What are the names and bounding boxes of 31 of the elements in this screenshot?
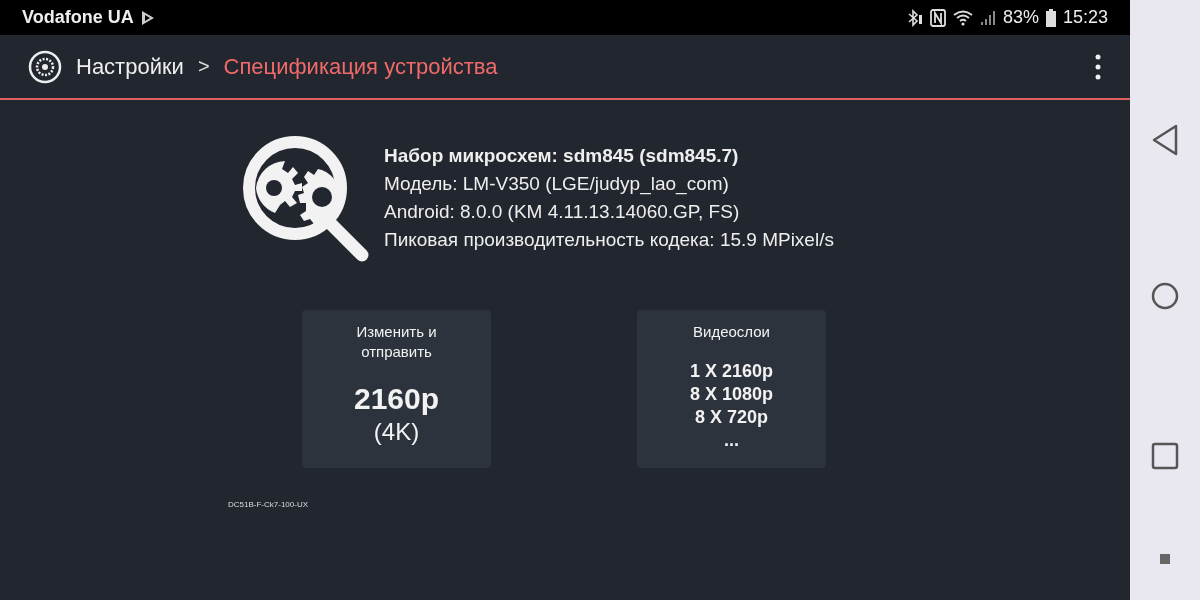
bluetooth-icon: [906, 8, 923, 27]
card-line: 1 X 2160p: [689, 360, 774, 383]
breadcrumb-separator: >: [197, 55, 210, 78]
carrier-name: Vodafone UA: [22, 7, 134, 28]
card-line: ...: [723, 429, 740, 452]
breadcrumb-item[interactable]: Спецификация устройства: [223, 53, 498, 80]
chipset-gears-search-icon: [240, 133, 370, 263]
recent-apps-icon[interactable]: [1151, 442, 1179, 470]
settings-icon: [28, 49, 62, 84]
card-title: Видеослои: [693, 322, 770, 342]
home-icon[interactable]: [1151, 282, 1179, 310]
spec-line: Android: 8.0.0 (KM 4.11.13.14060.GP, FS): [384, 200, 741, 224]
spec-line: Пиковая производительность кодека: 15.9 MPixel/s: [384, 228, 834, 252]
wifi-icon: [952, 9, 973, 26]
spec-line: Набор микросхем: sdm845 (sdm845.7): [384, 144, 740, 168]
back-icon[interactable]: [1151, 124, 1179, 156]
flag-icon: [139, 9, 156, 26]
battery-icon: [1045, 8, 1056, 27]
spec-line: Модель: LM-V350 (LGE/judyp_lao_com): [384, 172, 730, 197]
nfc-icon: [929, 8, 946, 27]
card-title: Изменить и отправить: [355, 322, 438, 362]
card-line: 8 X 720p: [693, 406, 769, 429]
signal-icon: [979, 9, 996, 26]
card-subvalue: (4K): [373, 418, 420, 446]
card-line: 8 X 1080p: [689, 383, 774, 406]
card-value: 2160p: [353, 382, 440, 416]
battery-percent: 83%: [1002, 7, 1039, 28]
build-code: DC51B-F-Ck7-100-UX: [228, 500, 309, 509]
breadcrumb-item[interactable]: Настройки: [76, 53, 184, 80]
more-menu-icon[interactable]: [1094, 53, 1102, 80]
clock: 15:23: [1062, 7, 1108, 28]
